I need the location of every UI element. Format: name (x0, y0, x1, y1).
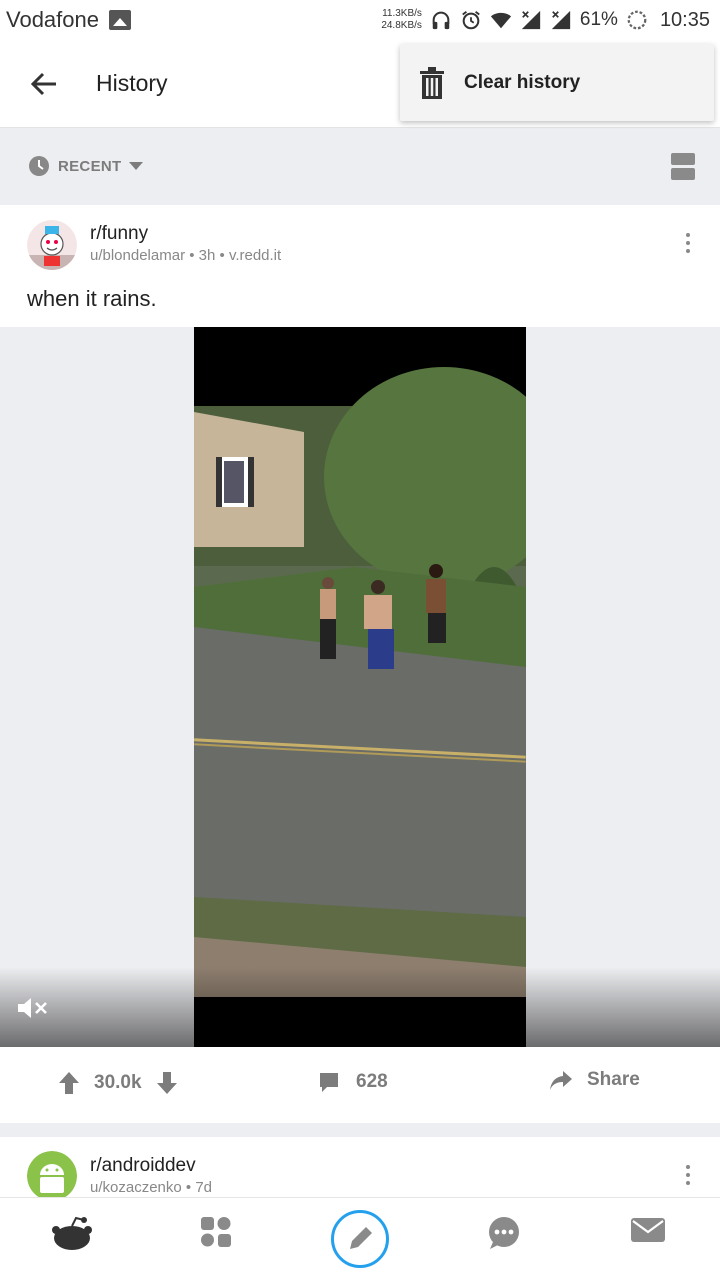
view-mode-icon[interactable] (671, 153, 695, 181)
share-icon (550, 1071, 572, 1090)
vote-controls: 30.0k (58, 1071, 178, 1095)
trash-icon (420, 66, 444, 99)
battery-icon (627, 10, 647, 30)
post-age: 3h (198, 247, 216, 264)
post-card[interactable]: r/funny u/blondelamar • 3h • v.redd.it w… (0, 205, 720, 1123)
post-author[interactable]: u/kozaczenko (90, 1179, 182, 1196)
sort-label: RECENT (58, 157, 122, 175)
post-author[interactable]: u/blondelamar (90, 247, 185, 264)
post-media[interactable] (0, 327, 720, 1047)
clock-icon (29, 156, 49, 176)
compose-button[interactable] (331, 1210, 389, 1268)
video-player[interactable] (194, 327, 526, 1047)
share-label: Share (587, 1069, 640, 1090)
comment-count: 628 (356, 1071, 388, 1092)
filter-bar: RECENT (0, 129, 720, 204)
wifi-icon (490, 12, 511, 29)
upvote-icon[interactable] (58, 1071, 80, 1095)
net-up: 11.3KB/s (382, 8, 422, 19)
post-title[interactable]: when it rains. (27, 286, 157, 312)
clock-time: 10:35 (659, 8, 710, 31)
compose-icon (350, 1227, 372, 1249)
sort-dropdown[interactable]: RECENT (28, 155, 144, 177)
home-icon[interactable] (52, 1216, 92, 1252)
network-speed: 11.3KB/s 24.8KB/s (381, 8, 422, 32)
subreddit-avatar[interactable] (27, 220, 77, 270)
more-vert-icon[interactable] (680, 1163, 696, 1187)
image-notification-icon (108, 10, 131, 30)
inbox-icon[interactable] (631, 1216, 665, 1244)
signal-2-icon (551, 10, 571, 30)
net-down: 24.8KB/s (381, 20, 422, 31)
post-domain[interactable]: v.redd.it (229, 247, 281, 264)
comment-icon (320, 1073, 338, 1092)
meta-separator: • (219, 247, 229, 264)
downvote-icon[interactable] (156, 1071, 178, 1095)
status-bar: Vodafone 11.3KB/s 24.8KB/s 61% 10:35 (0, 0, 720, 40)
post-actions: 30.0k 628 Share (0, 1047, 720, 1123)
media-gradient (0, 967, 720, 1047)
bottom-navigation (0, 1197, 720, 1280)
vote-count: 30.0k (94, 1072, 142, 1093)
signal-icon (521, 10, 541, 30)
post-card[interactable]: r/androiddev u/kozaczenko • 7d (0, 1137, 720, 1197)
headphones-icon (432, 11, 450, 30)
clear-history-menu-item[interactable]: Clear history (400, 44, 714, 121)
back-arrow-icon[interactable] (26, 66, 62, 102)
chevron-down-icon (129, 162, 144, 170)
mute-icon[interactable] (16, 995, 50, 1021)
clear-history-label: Clear history (464, 71, 581, 93)
more-vert-icon[interactable] (680, 231, 696, 255)
status-indicators: 11.3KB/s 24.8KB/s 61% 10:35 (381, 8, 710, 32)
post-age: 7d (195, 1179, 213, 1196)
post-meta: u/blondelamar • 3h • v.redd.it (90, 247, 281, 264)
chat-icon[interactable] (487, 1216, 521, 1250)
post-meta: u/kozaczenko • 7d (90, 1179, 212, 1196)
subreddit-avatar[interactable] (27, 1151, 77, 1197)
meta-separator: • (185, 1179, 196, 1196)
subreddit-name[interactable]: r/androiddev (90, 1155, 196, 1177)
alarm-icon (462, 11, 480, 30)
share-button[interactable]: Share (549, 1069, 640, 1091)
page-title: History (96, 70, 168, 96)
comments-button[interactable]: 628 (318, 1071, 388, 1093)
meta-separator: • (189, 247, 199, 264)
subreddit-name[interactable]: r/funny (90, 223, 148, 245)
video-frame (194, 327, 526, 1047)
carrier-name: Vodafone (6, 7, 99, 32)
battery-percent: 61% (579, 9, 618, 30)
communities-icon[interactable] (200, 1216, 232, 1248)
